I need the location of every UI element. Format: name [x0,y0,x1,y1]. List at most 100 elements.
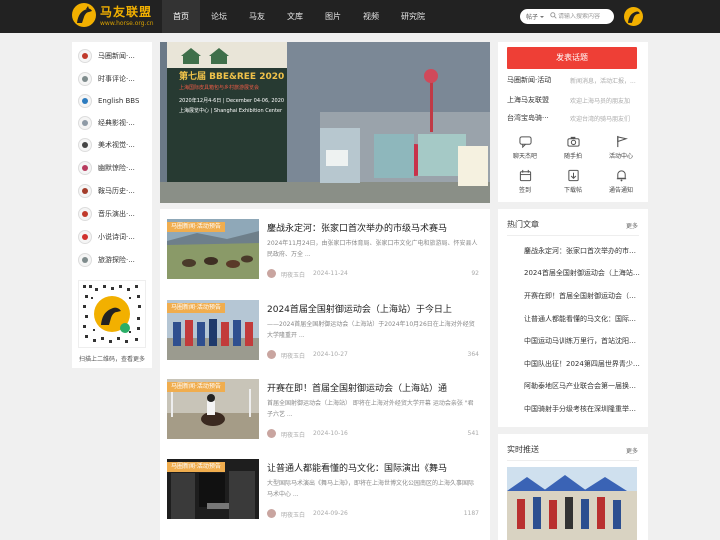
post-title[interactable]: 开赛在即！首届全国射御运动会（上海站）通 [267,381,483,394]
comment-icon [78,72,92,86]
sidebar-item-novels[interactable]: 小说诗词·... [78,227,148,247]
hot-article-link[interactable]: 阿勒泰地区马产业联合会第一届换… [524,381,640,391]
post-category-tag[interactable]: 马圈新闻·活动预告 [167,462,225,472]
sidebar-item-label: 时事评论·... [98,75,135,83]
tool-events[interactable]: 活动中心 [598,133,644,163]
search-input[interactable] [558,13,609,20]
hot-article-link[interactable]: 2024首届全国射御运动会（上海站… [524,268,640,278]
post-feed: 马圈新闻·活动预告 鏖战永定河：张家口首次举办的市级马术赛马 2024年11月2… [160,209,490,540]
tool-grid: 聊天杰吧 随手拍 活动中心 签到 下载帖 通告通知 [502,133,644,199]
hot-article-link[interactable]: 让普通人都能看懂的马文化：国际… [524,314,640,324]
book-icon [78,230,92,244]
nav-videos[interactable]: 视频 [352,0,390,33]
nav-forum[interactable]: 论坛 [200,0,238,33]
tool-download[interactable]: 下载帖 [550,167,596,197]
hot-article-link[interactable]: 鏖战永定河：张家口首次举办的市… [524,246,640,256]
post-author[interactable]: 明夜玉白 [281,510,305,519]
tool-camera[interactable]: 随手拍 [550,133,596,163]
calendar-icon [519,169,531,182]
tool-checkin[interactable]: 签到 [502,167,548,197]
feed-post[interactable]: 马圈新闻·活动预告 2024首届全国射御运动会（上海站）于今日上 ——2024首… [167,300,483,390]
post-author[interactable]: 明夜玉白 [281,351,305,360]
live-push-more-link[interactable]: 更多 [626,446,638,455]
forum-link[interactable]: 马圈新闻·活动 新闻消息，活动汇报，... [507,75,639,87]
hero-banner[interactable]: 第七届 BBE&REE 2020 上海国际皮具箱包与乡村旅游展览会 2020年1… [160,42,490,203]
post-thumbnail[interactable]: 马圈新闻·活动预告 [167,459,259,519]
live-push-image[interactable] [507,467,637,540]
top-navbar: 马友联盟 www.horse.org.cn 首页 论坛 马友 文库 图片 视频 … [0,0,720,33]
sidebar-item-travel[interactable]: 旅游探险·... [78,250,148,270]
search-icon[interactable] [548,12,558,21]
poster-header-strip [167,42,287,68]
sidebar-item-films[interactable]: 经典影视·... [78,113,148,133]
sidebar-item-news[interactable]: 马圈新闻·... [78,46,148,66]
banner-title: 第七届 BBE&REE 2020 [179,72,285,82]
nav-members[interactable]: 马友 [238,0,276,33]
sidebar-item-humor[interactable]: 幽默惊险·... [78,158,148,178]
hot-articles-more-link[interactable]: 更多 [626,221,638,230]
post-category-tag[interactable]: 马圈新闻·活动预告 [167,303,225,313]
post-category-tag[interactable]: 马圈新闻·活动预告 [167,382,225,392]
author-avatar[interactable] [267,509,276,518]
feed-post[interactable]: 马圈新闻·活动预告 开赛在即！首届全国射御运动会（上海站）通 首届全国射御运动会… [167,379,483,469]
forum-link[interactable]: 台湾宝岛骑··· 欢迎台湾的骑马朋友们 [507,113,639,125]
tool-notices[interactable]: 通告通知 [598,167,644,197]
feed-post[interactable]: 马圈新闻·活动预告 鏖战永定河：张家口首次举办的市级马术赛马 2024年11月2… [167,219,483,309]
post-date: 2024-09-26 [313,510,348,517]
sidebar-item-label: 经典影视·... [98,119,135,127]
nav-institute[interactable]: 研究院 [390,0,436,33]
post-thumbnail[interactable]: 马圈新闻·活动预告 [167,300,259,360]
bell-icon [616,170,626,182]
user-avatar[interactable] [624,7,643,26]
forum-link-name: 马圈新闻·活动 [507,76,552,84]
hot-article-link[interactable]: 中国队出征！2024第四届世界青少… [524,359,640,369]
nav-home[interactable]: 首页 [162,0,200,33]
sidebar-item-history[interactable]: 鞍马历史·... [78,181,148,201]
forum-link-name: 上海马友联盟 [507,96,549,104]
logo-title: 马友联盟 [100,5,153,19]
post-author[interactable]: 明夜玉白 [281,430,305,439]
nav-library[interactable]: 文库 [276,0,314,33]
tool-label: 下载帖 [563,187,582,194]
tool-label: 随手拍 [563,153,582,160]
sidebar-item-music[interactable]: 音乐演出·... [78,204,148,224]
sidebar-item-art[interactable]: 美术视觉·... [78,135,148,155]
search-type-select[interactable]: 帖子 [520,12,548,21]
logo-url: www.horse.org.cn [100,20,154,27]
history-icon [78,184,92,198]
new-topic-button[interactable]: 发表话题 [507,47,637,69]
post-thumbnail[interactable]: 马圈新闻·活动预告 [167,379,259,439]
download-icon [567,169,579,182]
author-avatar[interactable] [267,269,276,278]
author-avatar[interactable] [267,429,276,438]
post-date: 2024-11-24 [313,270,348,277]
sidebar-item-label: 鞍马历史·... [98,187,135,195]
site-logo[interactable]: 马友联盟 www.horse.org.cn [72,3,156,30]
post-title[interactable]: 让普通人都能看懂的马文化：国际演出《舞马 [267,461,483,474]
post-title[interactable]: 鏖战永定河：张家口首次举办的市级马术赛马 [267,221,483,234]
nav-pictures[interactable]: 图片 [314,0,352,33]
post-title[interactable]: 2024首届全国射御运动会（上海站）于今日上 [267,302,483,315]
post-date: 2024-10-27 [313,351,348,358]
banner-subtitle: 上海国际皮具箱包与乡村旅游展览会 [179,85,260,91]
feed-post[interactable]: 马圈新闻·活动预告 让普通人都能看懂的马文化：国际演出《舞马 大型国际马术演出《… [167,459,483,540]
sidebar-item-label: 马圈新闻·... [98,52,135,60]
sidebar-item-commentary[interactable]: 时事评论·... [78,69,148,89]
post-author[interactable]: 明夜玉白 [281,270,305,279]
sidebar-item-english-bbs[interactable]: English BBS [78,91,148,111]
hot-article-link[interactable]: 中国运动马训练万里行，首站沈阳… [524,336,640,346]
sidebar-item-label: 小说诗词·... [98,233,135,241]
hot-article-link[interactable]: 中国骑射手分级考核在深圳隆重举… [524,404,640,414]
live-push-title: 实时推送 [507,445,539,454]
post-category-tag[interactable]: 马圈新闻·活动预告 [167,222,225,232]
author-avatar[interactable] [267,350,276,359]
camera-icon [566,136,580,147]
news-icon [78,49,92,63]
travel-icon [78,253,92,267]
tool-chat[interactable]: 聊天杰吧 [502,133,548,163]
post-thumbnail[interactable]: 马圈新闻·活动预告 [167,219,259,279]
sidebar-item-label: 幽默惊险·... [98,164,135,172]
forum-link[interactable]: 上海马友联盟 欢迎上海马员的朋友加 [507,95,639,107]
divider [507,235,639,236]
hot-article-link[interactable]: 开赛在即！首届全国射御运动会（… [524,291,640,301]
